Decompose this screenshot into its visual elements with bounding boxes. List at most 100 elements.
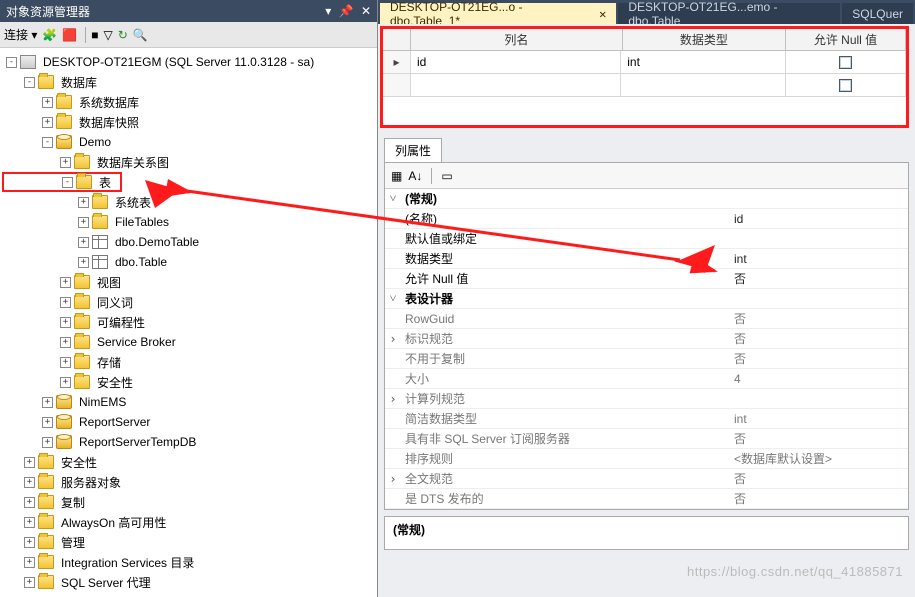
- security-node[interactable]: + 安全性: [2, 452, 377, 472]
- cell-allownulls[interactable]: [786, 74, 906, 96]
- storage-node[interactable]: + 存储: [2, 352, 377, 372]
- prop-value[interactable]: 否: [728, 270, 908, 287]
- object-tree[interactable]: - DESKTOP-OT21EGM (SQL Server 11.0.3128 …: [0, 48, 377, 597]
- connect-label[interactable]: 连接 ▾: [4, 26, 37, 43]
- expand-icon[interactable]: +: [24, 497, 35, 508]
- tab-sqlquery[interactable]: SQLQuer: [842, 3, 913, 24]
- alphabetical-icon[interactable]: A↓: [408, 169, 422, 183]
- sysdb-node[interactable]: + 系统数据库: [2, 92, 377, 112]
- expand-icon[interactable]: +: [24, 457, 35, 468]
- snapshot-node[interactable]: + 数据库快照: [2, 112, 377, 132]
- collapse-icon[interactable]: -: [42, 137, 53, 148]
- expand-icon[interactable]: +: [60, 377, 71, 388]
- nimems-node[interactable]: + NimEMS: [2, 392, 377, 412]
- cell-colname[interactable]: [411, 74, 621, 96]
- prop-value[interactable]: 否: [728, 470, 908, 487]
- prop-value[interactable]: 否: [728, 490, 908, 507]
- expand-icon[interactable]: +: [78, 257, 89, 268]
- designer-row-1[interactable]: ▸ id int: [383, 51, 906, 74]
- agent-node[interactable]: + SQL Server 代理: [2, 572, 377, 592]
- properties-pages-icon[interactable]: ▭: [441, 169, 452, 183]
- expand-icon[interactable]: +: [60, 317, 71, 328]
- group-general[interactable]: (常规): [401, 190, 728, 207]
- expand-icon[interactable]: +: [24, 537, 35, 548]
- cell-datatype[interactable]: [621, 74, 786, 96]
- programmability-node[interactable]: + 可编程性: [2, 312, 377, 332]
- panel-close-icon[interactable]: ✕: [361, 4, 371, 18]
- tab-table1[interactable]: DESKTOP-OT21EG...o - dbo.Table_1* ✕: [380, 3, 616, 24]
- expand-icon[interactable]: +: [24, 477, 35, 488]
- table-node[interactable]: + dbo.Table: [2, 252, 377, 272]
- categorized-icon[interactable]: ▦: [391, 169, 402, 183]
- expand-icon[interactable]: +: [24, 517, 35, 528]
- demo-db-node[interactable]: - Demo: [2, 132, 377, 152]
- tables-node[interactable]: - 表: [2, 172, 122, 192]
- connect-icon[interactable]: 🧩: [42, 28, 57, 42]
- serverobjects-node[interactable]: + 服务器对象: [2, 472, 377, 492]
- expand-icon[interactable]: +: [78, 197, 89, 208]
- prop-key[interactable]: 标识规范: [401, 330, 728, 347]
- systables-node[interactable]: + 系统表: [2, 192, 377, 212]
- checkbox-icon[interactable]: [839, 79, 852, 92]
- collapse-icon[interactable]: -: [62, 177, 73, 188]
- designer-row-empty[interactable]: [383, 74, 906, 97]
- prop-value[interactable]: 否: [728, 350, 908, 367]
- synonyms-node[interactable]: + 同义词: [2, 292, 377, 312]
- tab-column-properties[interactable]: 列属性: [384, 138, 442, 162]
- tab-close-icon[interactable]: ✕: [599, 7, 606, 21]
- collapse-icon[interactable]: -: [24, 77, 35, 88]
- expand-icon[interactable]: +: [42, 437, 53, 448]
- expand-icon[interactable]: +: [78, 237, 89, 248]
- collapse-icon[interactable]: -: [6, 57, 17, 68]
- management-node[interactable]: + 管理: [2, 532, 377, 552]
- prop-value[interactable]: 4: [728, 372, 908, 386]
- refresh-icon[interactable]: ↻: [118, 28, 128, 42]
- prop-key[interactable]: 计算列规范: [401, 390, 728, 407]
- prop-value[interactable]: 否: [728, 330, 908, 347]
- cell-allownulls[interactable]: [786, 51, 906, 73]
- prop-value[interactable]: 否: [728, 430, 908, 447]
- group-designer[interactable]: 表设计器: [401, 290, 728, 307]
- filter-icon[interactable]: ▽: [104, 28, 113, 42]
- checkbox-icon[interactable]: [839, 56, 852, 69]
- cell-colname[interactable]: id: [411, 51, 621, 73]
- cell-datatype[interactable]: int: [621, 51, 786, 73]
- expand-icon[interactable]: +: [60, 337, 71, 348]
- diagrams-node[interactable]: + 数据库关系图: [2, 152, 377, 172]
- alwayson-node[interactable]: + AlwaysOn 高可用性: [2, 512, 377, 532]
- server-node[interactable]: - DESKTOP-OT21EGM (SQL Server 11.0.3128 …: [2, 52, 377, 72]
- expand-icon[interactable]: +: [60, 157, 71, 168]
- views-node[interactable]: + 视图: [2, 272, 377, 292]
- prop-value[interactable]: int: [728, 412, 908, 426]
- expand-icon[interactable]: +: [60, 297, 71, 308]
- expand-icon[interactable]: +: [42, 117, 53, 128]
- prop-key[interactable]: 全文规范: [401, 470, 728, 487]
- integration-node[interactable]: + Integration Services 目录: [2, 552, 377, 572]
- replication-node[interactable]: + 复制: [2, 492, 377, 512]
- panel-pin-icon[interactable]: 📌: [339, 4, 354, 18]
- expand-icon[interactable]: +: [60, 277, 71, 288]
- expand-icon[interactable]: +: [42, 397, 53, 408]
- reportserver-node[interactable]: + ReportServer: [2, 412, 377, 432]
- expand-icon[interactable]: +: [60, 357, 71, 368]
- properties-grid[interactable]: ˅(常规) (名称)id 默认值或绑定 数据类型int 允许 Null 值否 ˅…: [385, 189, 908, 509]
- expand-icon[interactable]: +: [42, 417, 53, 428]
- prop-value[interactable]: int: [728, 252, 908, 266]
- databases-node[interactable]: - 数据库: [2, 72, 377, 92]
- search-icon[interactable]: 🔍: [133, 28, 148, 42]
- expand-icon[interactable]: +: [24, 557, 35, 568]
- reportservertempdb-node[interactable]: + ReportServerTempDB: [2, 432, 377, 452]
- stop-icon[interactable]: ■: [91, 28, 98, 42]
- row-selector-icon[interactable]: ▸: [383, 51, 411, 73]
- security-db-node[interactable]: + 安全性: [2, 372, 377, 392]
- disconnect-icon[interactable]: 🟥: [62, 28, 77, 42]
- demotable-node[interactable]: + dbo.DemoTable: [2, 232, 377, 252]
- row-selector[interactable]: [383, 74, 411, 96]
- filetables-node[interactable]: + FileTables: [2, 212, 377, 232]
- prop-value[interactable]: <数据库默认设置>: [728, 450, 908, 467]
- expand-icon[interactable]: +: [24, 577, 35, 588]
- servicebroker-node[interactable]: + Service Broker: [2, 332, 377, 352]
- tab-table[interactable]: DESKTOP-OT21EG...emo - dbo.Table: [618, 3, 840, 24]
- expand-icon[interactable]: +: [78, 217, 89, 228]
- prop-value[interactable]: id: [728, 212, 908, 226]
